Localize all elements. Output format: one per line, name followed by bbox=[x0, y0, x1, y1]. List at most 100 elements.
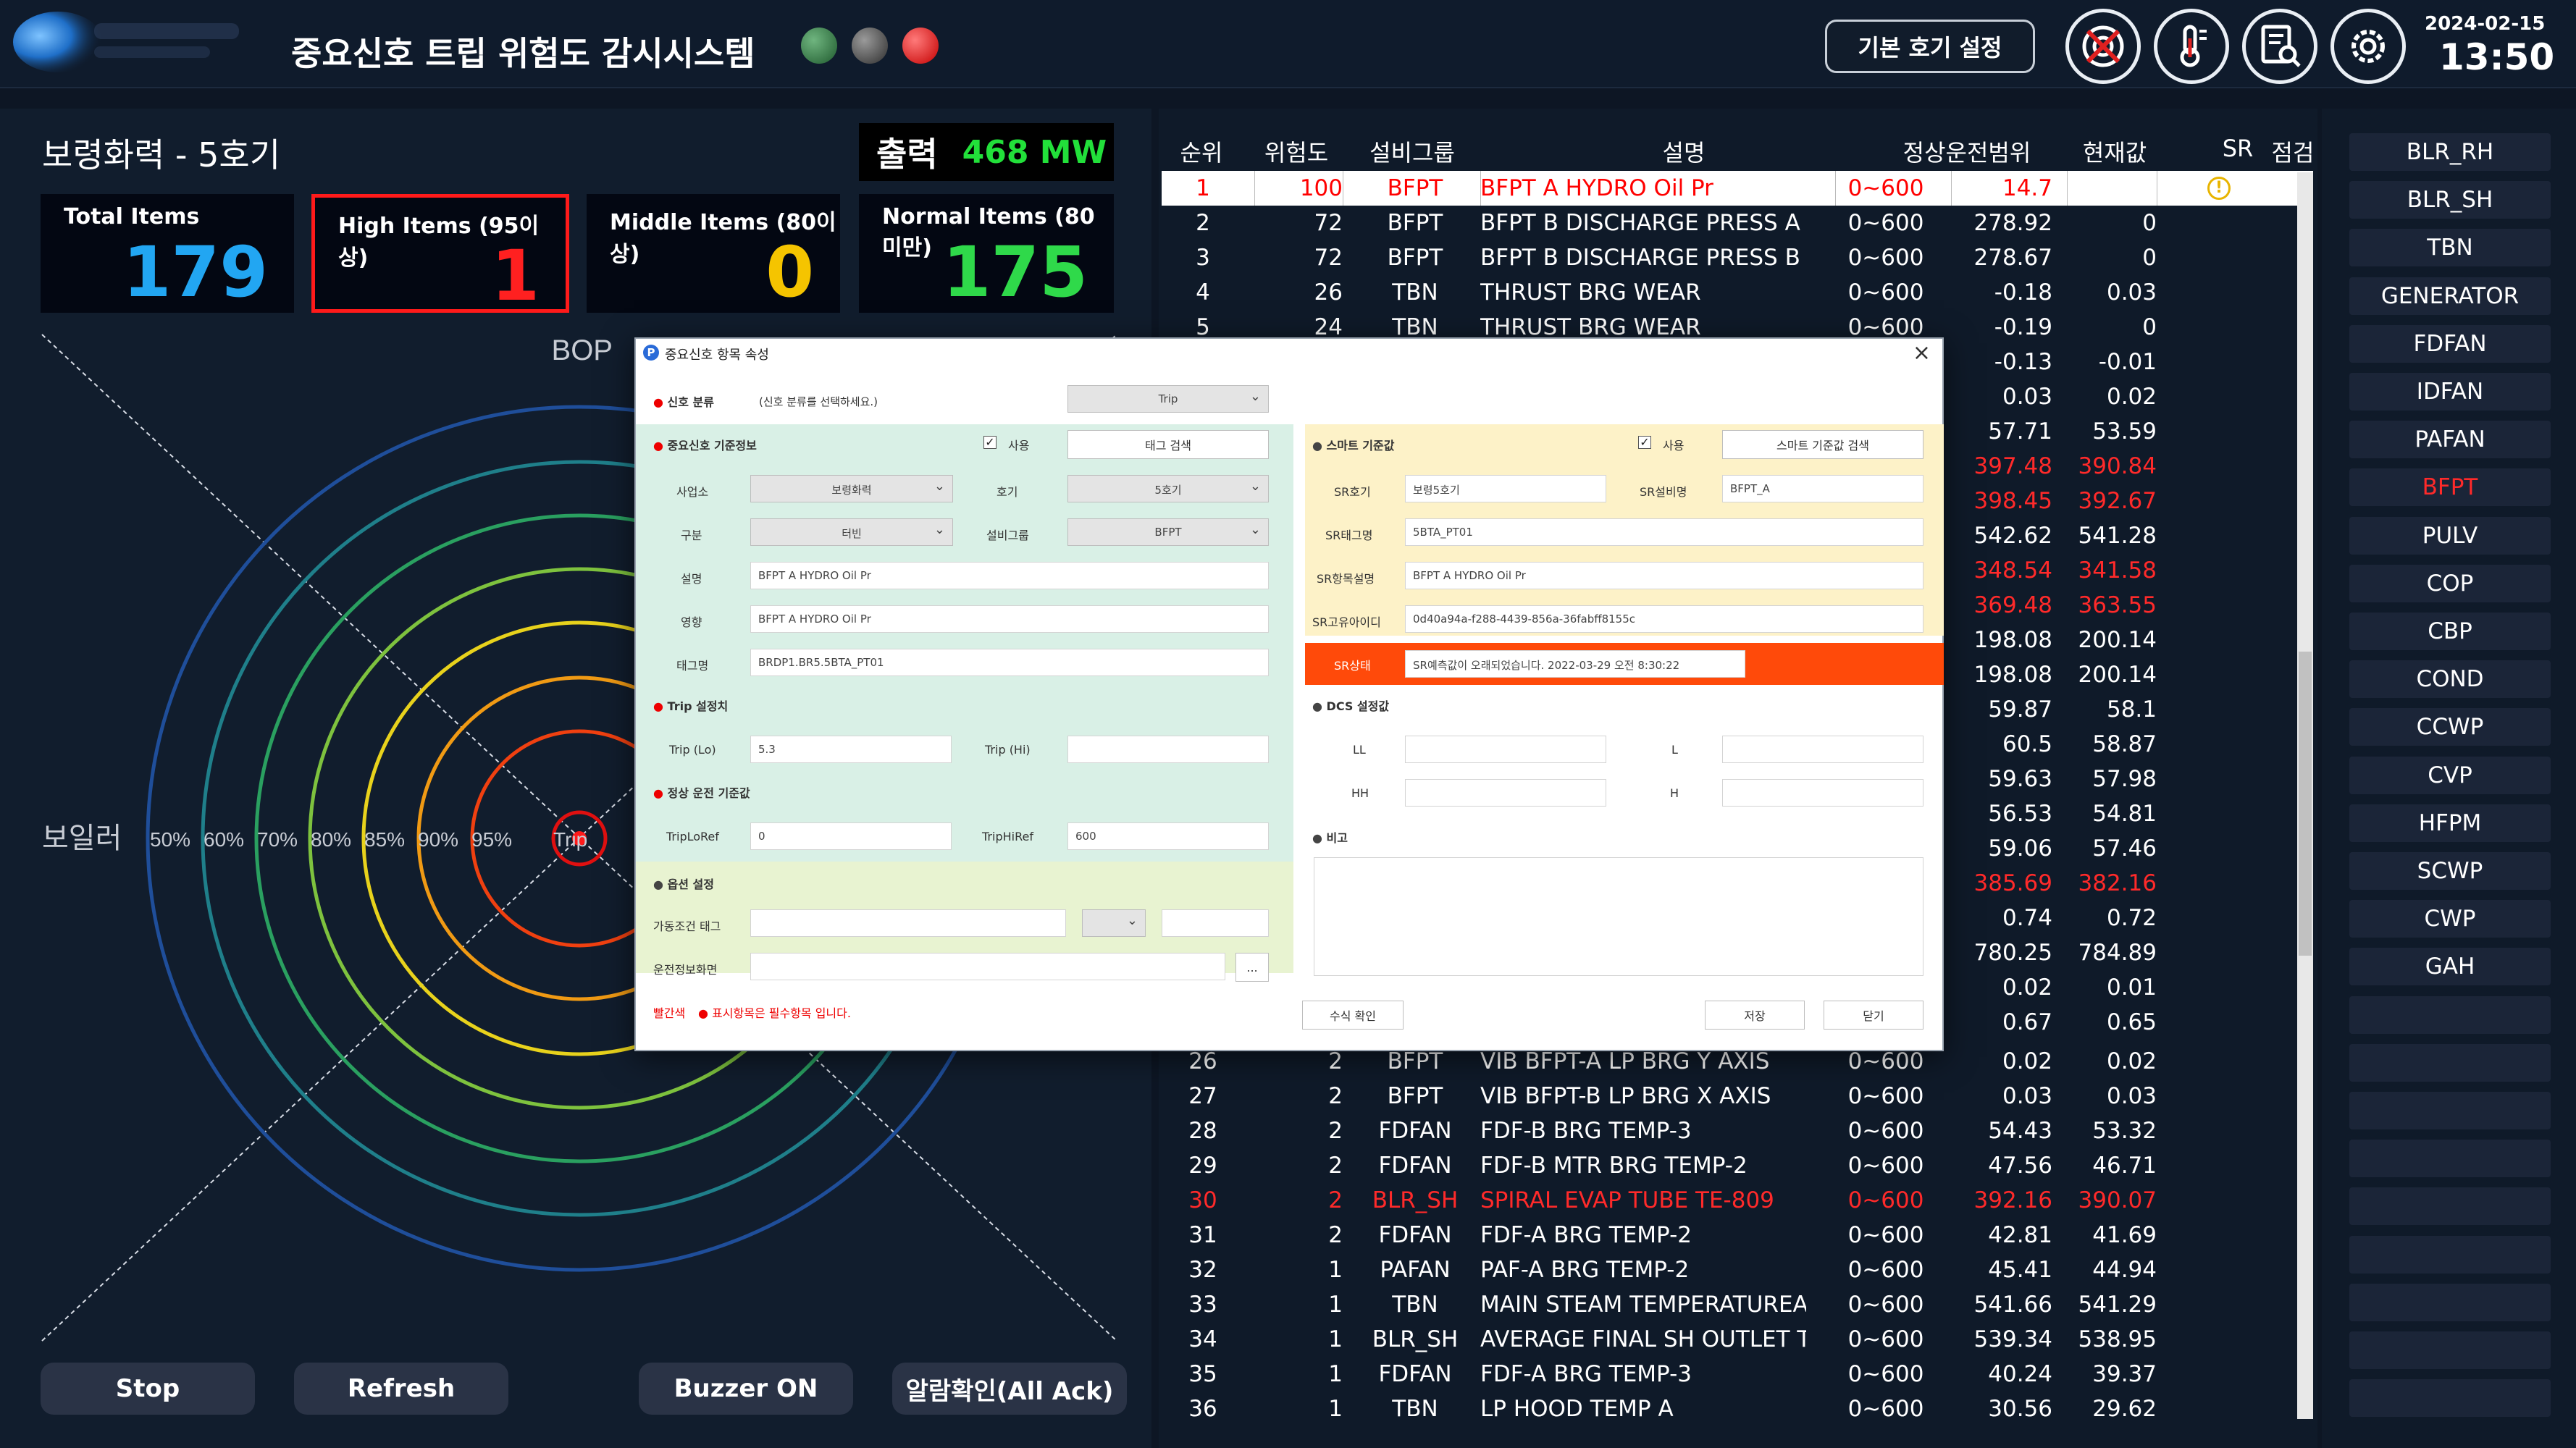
sidebar-item-cond[interactable]: COND bbox=[2349, 660, 2551, 699]
table-row[interactable]: 27 2 BFPT VIB BFPT-B LP BRG X AXIS 0~600 0.03… bbox=[1162, 1079, 2313, 1114]
browse-button[interactable]: ... bbox=[1235, 953, 1269, 982]
sidebar-item-empty[interactable] bbox=[2349, 1187, 2551, 1226]
sidebar-item-empty[interactable] bbox=[2349, 1235, 2551, 1274]
cell-desc: BFPT A HYDRO Oil Pr bbox=[1480, 175, 1713, 201]
sidebar-item-hfpm[interactable]: HFPM bbox=[2349, 804, 2551, 842]
smart-search-button[interactable]: 스마트 기준값 검색 bbox=[1722, 430, 1923, 459]
l-field[interactable] bbox=[1722, 736, 1923, 763]
sidebar-item-empty[interactable] bbox=[2349, 1092, 2551, 1129]
col-header-group[interactable]: 설비그룹 bbox=[1354, 135, 1470, 168]
group-select[interactable]: BFPT bbox=[1067, 518, 1269, 546]
close-button[interactable]: 닫기 bbox=[1824, 1001, 1923, 1030]
table-row[interactable]: 28 2 FDFAN FDF-B BRG TEMP-3 0~600 54.43 53.32 bbox=[1162, 1114, 2313, 1148]
sidebar-item-cbp[interactable]: CBP bbox=[2349, 613, 2551, 650]
table-row[interactable]: 35 1 FDFAN FDF-A BRG TEMP-3 0~600 40.24 39.37 bbox=[1162, 1357, 2313, 1392]
save-button[interactable]: 저장 bbox=[1705, 1001, 1805, 1030]
tag-search-button[interactable]: 태그 검색 bbox=[1067, 430, 1269, 459]
stat-card-high[interactable]: High Items (95이상) 1 bbox=[311, 194, 569, 316]
cell-value: 30.56 bbox=[1988, 1396, 2052, 1422]
sr-equip-field[interactable]: BFPT_A bbox=[1722, 475, 1923, 502]
table-row[interactable]: 34 1 BLR_SH AVERAGE FINAL SH OUTLET TE 0~600… bbox=[1162, 1322, 2313, 1357]
info-screen-field[interactable] bbox=[750, 953, 1225, 980]
stop-button[interactable]: Stop bbox=[41, 1363, 255, 1415]
sidebar-item-empty[interactable] bbox=[2349, 996, 2551, 1034]
div-select[interactable]: 터빈 bbox=[750, 518, 953, 546]
trip-lo-field[interactable]: 5.3 bbox=[750, 736, 952, 763]
sidebar-item-cop[interactable]: COP bbox=[2349, 564, 2551, 602]
table-scroll-thumb[interactable] bbox=[2299, 652, 2312, 956]
table-row[interactable]: 2 72 BFPT BFPT B DISCHARGE PRESS A 0~600 278.… bbox=[1162, 206, 2313, 240]
sidebar-item-empty[interactable] bbox=[2349, 1140, 2551, 1178]
table-row[interactable]: 3 72 BFPT BFPT B DISCHARGE PRESS B 0~600 278.… bbox=[1162, 240, 2313, 275]
warning-icon[interactable]: ! bbox=[2207, 177, 2231, 200]
sr-desc-field[interactable]: BFPT A HYDRO Oil Pr bbox=[1405, 562, 1923, 589]
sidebar-item-empty[interactable] bbox=[2349, 1043, 2551, 1082]
signal-class-select[interactable]: Trip bbox=[1067, 385, 1269, 413]
sidebar-item-cwp[interactable]: CWP bbox=[2349, 900, 2551, 938]
default-unit-setting-button[interactable]: 기본 호기 설정 bbox=[1825, 20, 2035, 73]
table-row[interactable]: 32 1 PAFAN PAF-A BRG TEMP-2 0~600 45.41 44.94 bbox=[1162, 1253, 2313, 1287]
triplo-ref-field[interactable]: 0 bbox=[750, 822, 952, 850]
triphi-ref-field[interactable]: 600 bbox=[1067, 822, 1269, 850]
tagname-field[interactable]: BRDP1.BR5.5BTA_PT01 bbox=[750, 649, 1269, 676]
table-row[interactable]: 29 2 FDFAN FDF-B MTR BRG TEMP-2 0~600 47.56 46… bbox=[1162, 1148, 2313, 1183]
cell-sr: 0 bbox=[2142, 210, 2157, 236]
sidebar-item-pulv[interactable]: PULV bbox=[2349, 516, 2551, 555]
table-row[interactable]: 30 2 BLR_SH SPIRAL EVAP TUBE TE-809 0~600 392… bbox=[1162, 1183, 2313, 1218]
cond-operator-select[interactable] bbox=[1082, 909, 1146, 937]
cell-value: -0.18 bbox=[1994, 279, 2052, 306]
desc-field[interactable]: BFPT A HYDRO Oil Pr bbox=[750, 562, 1269, 589]
unit-select[interactable]: 5호기 bbox=[1067, 475, 1269, 502]
cond-value-field[interactable] bbox=[1162, 909, 1269, 937]
all-ack-button[interactable]: 알람확인(All Ack) bbox=[892, 1363, 1127, 1415]
col-header-desc[interactable]: 설명 bbox=[1514, 135, 1854, 168]
sidebar-item-blr-sh[interactable]: BLR_SH bbox=[2349, 181, 2551, 219]
sr-unit-field[interactable]: 보령5호기 bbox=[1405, 475, 1606, 502]
sidebar-item-empty[interactable] bbox=[2349, 1331, 2551, 1369]
cell-risk: 2 bbox=[1328, 1222, 1343, 1248]
sidebar-item-idfan[interactable]: IDFAN bbox=[2349, 373, 2551, 411]
sidebar-item-scwp[interactable]: SCWP bbox=[2349, 852, 2551, 890]
formula-check-button[interactable]: 수식 확인 bbox=[1302, 1001, 1404, 1030]
hh-field[interactable] bbox=[1405, 779, 1606, 807]
sidebar-item-pafan[interactable]: PAFAN bbox=[2349, 421, 2551, 459]
target-icon[interactable] bbox=[2065, 9, 2141, 84]
h-field[interactable] bbox=[1722, 779, 1923, 807]
site-select[interactable]: 보령화력 bbox=[750, 475, 953, 502]
smart-use-checkbox[interactable]: ✓ bbox=[1638, 436, 1651, 449]
sidebar-item-empty[interactable] bbox=[2349, 1283, 2551, 1321]
sidebar-item-cvp[interactable]: CVP bbox=[2349, 756, 2551, 794]
table-row[interactable]: 33 1 TBN MAIN STEAM TEMPERATUREA 0~600 541.66… bbox=[1162, 1287, 2313, 1322]
sidebar-item-empty[interactable] bbox=[2349, 1379, 2551, 1418]
base-use-checkbox[interactable]: ✓ bbox=[983, 436, 997, 449]
refresh-button[interactable]: Refresh bbox=[294, 1363, 508, 1415]
eng-field[interactable]: BFPT A HYDRO Oil Pr bbox=[750, 605, 1269, 633]
sidebar-item-generator[interactable]: GENERATOR bbox=[2349, 277, 2551, 315]
sidebar-item-bfpt[interactable]: BFPT bbox=[2349, 468, 2551, 507]
close-icon[interactable]: × bbox=[1913, 340, 1931, 366]
note-textarea[interactable] bbox=[1314, 857, 1923, 976]
sidebar-item-gah[interactable]: GAH bbox=[2349, 948, 2551, 986]
cell-sr: 390.84 bbox=[2078, 453, 2157, 479]
col-header-risk[interactable]: 위험도 bbox=[1253, 135, 1340, 168]
table-row[interactable]: 1 100 BFPT BFPT A HYDRO Oil Pr 0~600 14.7! bbox=[1162, 171, 2313, 206]
sidebar-item-ccwp[interactable]: CCWP bbox=[2349, 708, 2551, 746]
ll-field[interactable] bbox=[1405, 736, 1606, 763]
gear-icon[interactable] bbox=[2330, 9, 2406, 84]
sr-tag-field[interactable]: 5BTA_PT01 bbox=[1405, 518, 1923, 546]
col-header-rank[interactable]: 순위 bbox=[1172, 135, 1231, 168]
buzzer-button[interactable]: Buzzer ON bbox=[639, 1363, 853, 1415]
table-row[interactable]: 31 2 FDFAN FDF-A BRG TEMP-2 0~600 42.81 41.69 bbox=[1162, 1218, 2313, 1253]
sidebar-item-fdfan[interactable]: FDFAN bbox=[2349, 324, 2551, 363]
sr-uid-field[interactable]: 0d40a94a-f288-4439-856a-36fabff8155c bbox=[1405, 605, 1923, 633]
cell-value: 278.67 bbox=[1973, 245, 2052, 271]
cond-tag-field[interactable] bbox=[750, 909, 1066, 937]
thermometer-icon[interactable] bbox=[2154, 9, 2229, 84]
report-search-icon[interactable] bbox=[2242, 9, 2317, 84]
sidebar-item-blr-rh[interactable]: BLR_RH bbox=[2349, 133, 2551, 171]
trip-hi-field[interactable] bbox=[1067, 736, 1269, 763]
dialog-titlebar[interactable] bbox=[636, 339, 1942, 368]
sidebar-item-tbn[interactable]: TBN bbox=[2349, 229, 2551, 267]
table-row[interactable]: 4 26 TBN THRUST BRG WEAR 0~600 -0.18 0.03 bbox=[1162, 275, 2313, 310]
table-row[interactable]: 36 1 TBN LP HOOD TEMP A 0~600 30.56 29.62 bbox=[1162, 1392, 2313, 1426]
